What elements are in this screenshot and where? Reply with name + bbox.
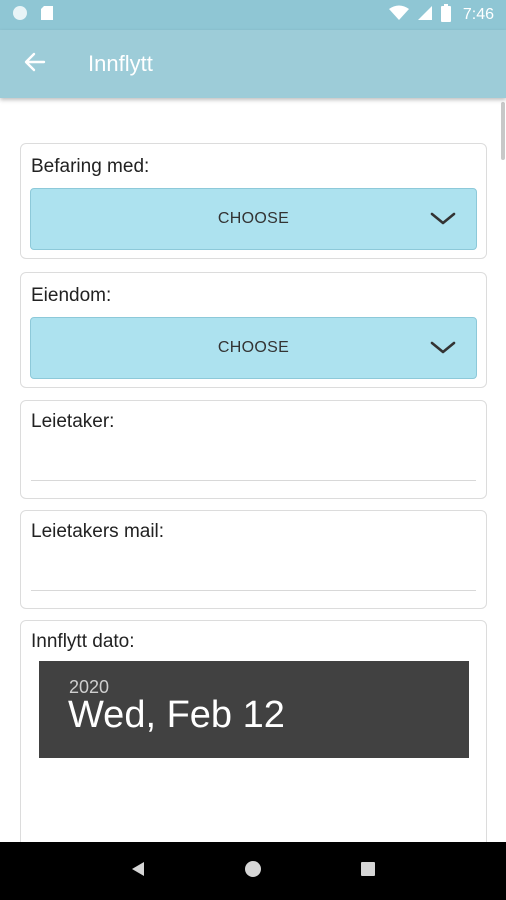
page-title: Innflytt: [88, 51, 153, 76]
cell-signal-icon: [417, 5, 433, 26]
wifi-icon: [388, 5, 409, 26]
befaring-select-value: CHOOSE: [217, 210, 290, 227]
nav-home-button[interactable]: [233, 851, 273, 891]
notification-dot-icon: [12, 5, 28, 26]
back-button[interactable]: [0, 30, 70, 98]
sd-card-icon: [40, 5, 54, 26]
square-icon: [360, 861, 376, 882]
innflytt-dato-card: Innflytt dato: 2020 Wed, Feb 12: [20, 620, 487, 842]
leietaker-mail-label: Leietakers mail:: [31, 521, 165, 542]
date-picker-header[interactable]: 2020 Wed, Feb 12: [39, 661, 469, 758]
leietaker-mail-input[interactable]: [31, 555, 476, 589]
triangle-left-icon: [130, 860, 146, 883]
leietaker-input[interactable]: [31, 445, 476, 479]
chevron-down-icon: [430, 338, 456, 361]
arrow-left-icon: [24, 51, 46, 78]
eiendom-select[interactable]: CHOOSE: [30, 317, 477, 379]
status-bar: 7:46: [0, 0, 506, 30]
befaring-select[interactable]: CHOOSE: [30, 188, 477, 250]
scrollbar[interactable]: [501, 102, 505, 160]
nav-recents-button[interactable]: [348, 851, 388, 891]
innflytt-dato-label: Innflytt dato:: [31, 631, 135, 652]
leietaker-label: Leietaker:: [31, 411, 115, 432]
app-bar: Innflytt: [0, 30, 506, 98]
eiendom-label: Eiendom:: [31, 285, 112, 306]
eiendom-card: Eiendom: CHOOSE: [20, 272, 487, 388]
leietaker-mail-card: Leietakers mail:: [20, 510, 487, 609]
date-picker-date[interactable]: Wed, Feb 12: [68, 694, 285, 737]
screen: 7:46 Innflytt Befaring med: CHOOSE Eiend…: [0, 0, 506, 900]
nav-bar: [0, 842, 506, 900]
chevron-down-icon: [430, 209, 456, 232]
battery-icon: [440, 3, 451, 27]
circle-icon: [244, 860, 262, 883]
status-time: 7:46: [462, 6, 494, 23]
eiendom-select-value: CHOOSE: [217, 339, 290, 356]
befaring-card: Befaring med: CHOOSE: [20, 143, 487, 259]
leietaker-underline: [31, 480, 476, 481]
leietaker-mail-underline: [31, 590, 476, 591]
nav-back-button[interactable]: [118, 851, 158, 891]
form-content[interactable]: Befaring med: CHOOSE Eiendom: CHOOSE Lei…: [0, 98, 506, 842]
befaring-label: Befaring med:: [31, 156, 150, 177]
leietaker-card: Leietaker:: [20, 400, 487, 499]
